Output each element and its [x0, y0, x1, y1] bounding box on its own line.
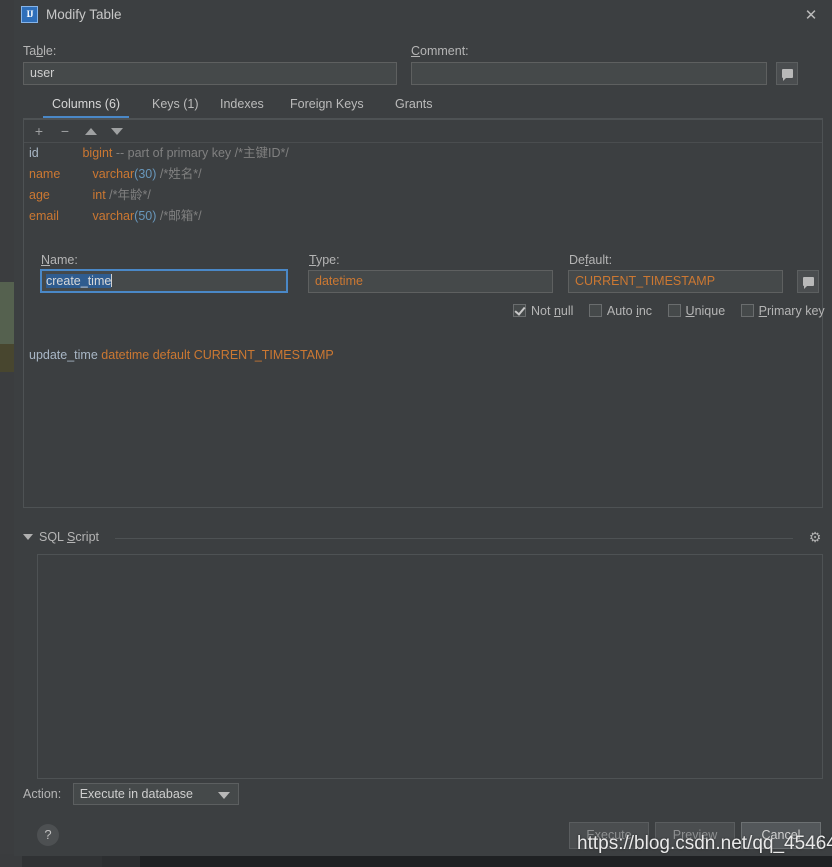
column-name: update_time [29, 348, 98, 362]
flag-primary-key[interactable]: Primary key [740, 304, 825, 318]
column-comment: /*主键ID*/ [234, 146, 289, 160]
auto-inc-checkbox[interactable] [588, 304, 602, 317]
background-window-strip-green [0, 282, 14, 344]
editor-default-label: Default: [569, 253, 613, 267]
text-caret [111, 274, 113, 287]
column-flags: Not null Auto inc Unique Primary key [513, 304, 832, 318]
column-name: email [29, 209, 59, 223]
column-name: age [29, 188, 50, 202]
column-name: name [29, 167, 61, 181]
comment-bubble-icon [802, 277, 814, 289]
flag-not-null[interactable]: Not null [513, 304, 573, 318]
table-name-input[interactable]: user [23, 62, 397, 85]
column-name-input[interactable]: create_time [40, 269, 288, 293]
comment-field-group: Comment: [411, 44, 799, 88]
column-type-input[interactable]: datetime [308, 270, 553, 293]
action-select-value: Execute in database [79, 787, 193, 801]
not-null-checkbox[interactable] [513, 304, 526, 317]
columns-panel: + − id bigint -- part of primary key /*主… [23, 119, 825, 508]
sql-script-rule [115, 538, 793, 539]
triangle-down-icon[interactable] [23, 534, 33, 540]
watermark: https://blog.csdn.net/qq_45464015 [577, 833, 832, 854]
unique-checkbox[interactable] [667, 304, 681, 317]
action-row: Action: Execute in database [23, 783, 239, 805]
tab-keys[interactable]: Keys (1) [143, 92, 208, 118]
move-up-button[interactable] [78, 120, 104, 142]
remove-column-button[interactable]: − [52, 120, 78, 142]
columns-toolbar: + − [24, 120, 822, 143]
tab-grants[interactable]: Grants [386, 92, 442, 118]
background-window-strip-olive [0, 344, 14, 372]
flag-auto-inc[interactable]: Auto inc [588, 304, 652, 318]
tab-foreign-keys[interactable]: Foreign Keys [281, 92, 373, 118]
editor-name-label: Name: [41, 253, 78, 267]
action-select[interactable]: Execute in database [72, 783, 239, 805]
dialog-title: Modify Table [46, 7, 122, 22]
table-row[interactable]: update_time datetime default CURRENT_TIM… [29, 348, 334, 362]
editor-type-label: Type: [309, 253, 340, 267]
column-comment: /*年龄*/ [109, 188, 151, 202]
intellij-idea-icon: IJ [21, 6, 38, 23]
help-button[interactable]: ? [37, 824, 59, 846]
table-row[interactable]: id bigint -- part of primary key /*主键ID*… [24, 143, 822, 164]
column-comment: /*姓名*/ [159, 167, 202, 181]
move-down-icon [111, 127, 123, 135]
table-row[interactable]: email varchar(50) /*邮箱*/ [24, 206, 822, 227]
flag-unique[interactable]: Unique [667, 304, 725, 318]
close-icon[interactable]: ✕ [798, 4, 824, 26]
chevron-down-icon [217, 792, 230, 799]
column-type: bigint [82, 146, 113, 160]
sql-script-header[interactable]: SQL Script ⚙ [23, 529, 823, 546]
columns-list: id bigint -- part of primary key /*主键ID*… [24, 143, 825, 362]
add-column-button[interactable]: + [26, 120, 52, 142]
table-field-group: Table: user [23, 44, 397, 85]
column-size: (30) [134, 167, 157, 181]
column-name-input-value: create_time [46, 274, 112, 288]
move-up-icon [85, 127, 97, 135]
dialog-titlebar: IJ Modify Table ✕ [14, 0, 832, 30]
gear-icon[interactable]: ⚙ [807, 529, 823, 545]
action-label: Action: [23, 787, 62, 801]
column-size: (50) [134, 209, 157, 223]
tab-columns[interactable]: Columns (6) [43, 92, 130, 118]
column-note: -- part of primary key [115, 146, 232, 160]
column-default-input[interactable]: CURRENT_TIMESTAMP [568, 270, 783, 293]
column-comment: /*邮箱*/ [159, 209, 202, 223]
sql-script-title: SQL Script [39, 530, 99, 544]
column-type: varchar [92, 209, 135, 223]
column-name: id [29, 146, 39, 160]
background-window-strip-top [0, 0, 14, 282]
comment-bubble-button[interactable] [776, 62, 799, 85]
default-comment-button[interactable] [797, 270, 819, 293]
column-type: int [92, 188, 106, 202]
modify-table-dialog: IJ Modify Table ✕ Table: user Comment: C… [14, 0, 832, 856]
table-row[interactable]: name varchar(30) /*姓名*/ [24, 164, 822, 185]
comment-bubble-icon [781, 69, 793, 81]
table-row[interactable]: age int /*年龄*/ [24, 185, 822, 206]
background-window-strip-bottom [0, 372, 14, 855]
column-definition: datetime default CURRENT_TIMESTAMP [101, 348, 334, 362]
comment-label: Comment: [411, 44, 469, 58]
move-down-button[interactable] [104, 120, 130, 142]
comment-input[interactable] [411, 62, 767, 85]
primary-key-checkbox[interactable] [740, 304, 754, 317]
tab-bar: Columns (6) Keys (1) Indexes Foreign Key… [23, 92, 823, 119]
tab-indexes[interactable]: Indexes [211, 92, 273, 118]
sql-script-editor[interactable] [37, 554, 823, 779]
column-type: varchar [92, 167, 135, 181]
table-label: Table: [23, 44, 57, 58]
